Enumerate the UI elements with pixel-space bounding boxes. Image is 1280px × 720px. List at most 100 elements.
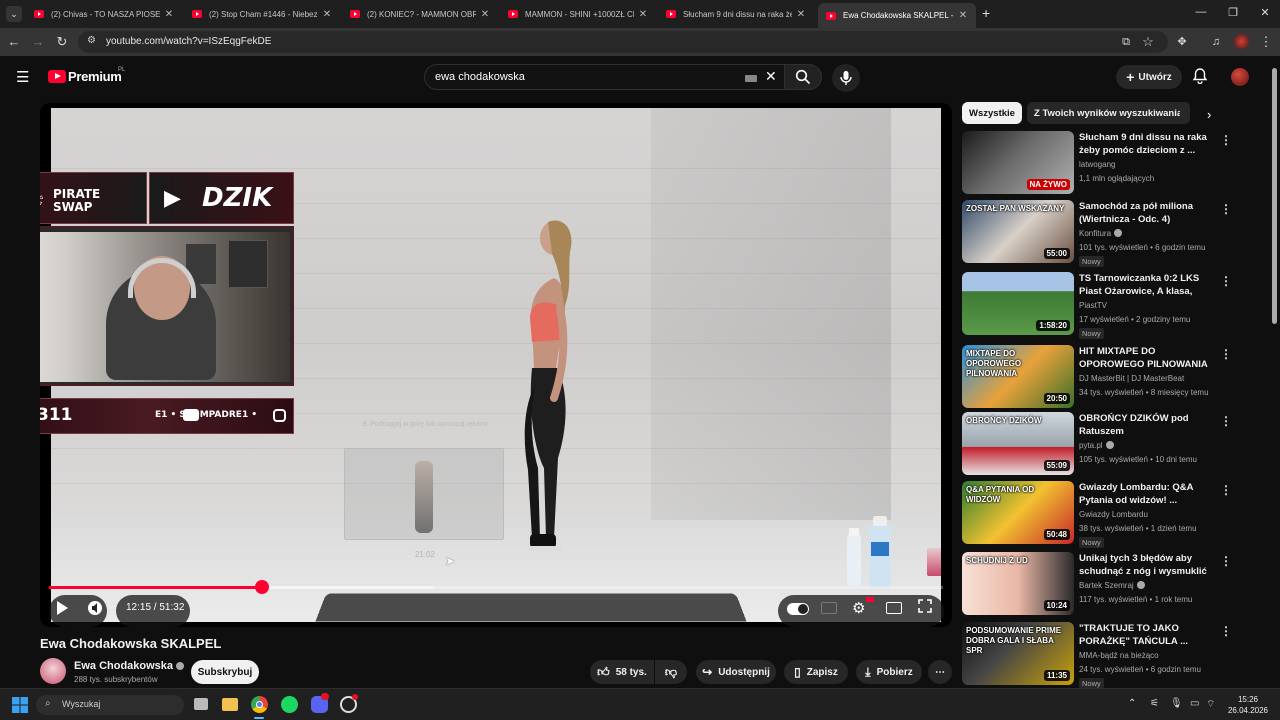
related-video-title[interactable]: Unikaj tych 3 błędów aby schudnąć z nóg … (1079, 552, 1212, 578)
more-options-icon[interactable]: ⋮ (1220, 133, 1232, 147)
chrome-icon[interactable] (251, 696, 268, 713)
minimize-icon[interactable]: — (1194, 6, 1208, 18)
related-video-item[interactable]: ZOSTAŁ PAN WSKAZANY 55:00 Samochód za pół … (962, 200, 1262, 267)
related-video-title[interactable]: HIT MIXTAPE DO OPOROWEGO PILNOWANIA ... (1079, 345, 1212, 371)
related-video-item[interactable]: SCHUDNIJ Z UD 10:24 Unikaj tych 3 błędów a… (962, 552, 1262, 618)
more-options-icon[interactable]: ⋮ (1220, 624, 1232, 638)
create-button[interactable]: + Utwórz (1116, 65, 1182, 89)
theater-mode-icon[interactable] (886, 602, 902, 614)
voice-search-button[interactable] (832, 64, 860, 92)
related-video-thumbnail[interactable]: NA ŻYWO (962, 131, 1074, 194)
back-icon[interactable]: ← (6, 34, 22, 50)
browser-tab[interactable]: Słucham 9 dni dissu na raka żeby ✕ (658, 3, 814, 25)
windows-start-icon[interactable] (12, 697, 28, 713)
hamburger-menu-icon[interactable]: ☰ (16, 68, 29, 86)
more-options-icon[interactable]: ⋮ (1220, 347, 1232, 361)
save-button[interactable]: ▯ Zapisz (784, 660, 848, 684)
url-text[interactable]: youtube.com/watch?v=ISzEqgFekDE (106, 36, 271, 47)
taskbar-search[interactable]: ⌕ Wyszukaj (36, 695, 184, 715)
play-button[interactable] (55, 600, 69, 621)
browser-tab[interactable]: MAMMON - SHINI +1000ZŁ CH ✕ (500, 3, 656, 25)
profile-avatar[interactable] (1234, 34, 1249, 49)
more-options-icon[interactable]: ⋮ (1220, 483, 1232, 497)
extensions-icon[interactable]: ✥ (1174, 34, 1190, 50)
related-video-item[interactable]: PODSUMOWANIE PRIME DOBRA GALA I SŁABA SP… (962, 622, 1262, 689)
more-actions-button[interactable]: ⋯ (928, 660, 952, 684)
spotify-icon[interactable] (281, 696, 298, 713)
subtitles-icon[interactable] (821, 602, 837, 614)
page-scrollbar[interactable] (1272, 68, 1277, 324)
tab-search-button[interactable]: ⌄ (6, 6, 22, 22)
file-explorer-icon[interactable] (222, 698, 238, 711)
subscribe-button[interactable]: Subskrybuj (191, 660, 259, 684)
chip-next[interactable] (1180, 102, 1190, 124)
wifi-icon[interactable]: ⌔ (1206, 698, 1215, 711)
new-tab-button[interactable]: + (982, 5, 990, 21)
close-tab-icon[interactable]: ✕ (164, 9, 174, 20)
browser-tab[interactable]: (2) Chivas - TO NASZA PIOSENKA✕ (26, 3, 182, 25)
dislike-button[interactable]: 👎︎ (655, 660, 687, 684)
close-tab-icon[interactable]: ✕ (958, 10, 968, 21)
related-video-thumbnail[interactable]: OBROŃCY DZIKÓW 55:09 (962, 412, 1074, 475)
more-options-icon[interactable]: ⋮ (1220, 414, 1232, 428)
related-video-thumbnail[interactable]: Q&A PYTANIA OD WIDZÓW 50:48 (962, 481, 1074, 544)
related-video-thumbnail[interactable]: PODSUMOWANIE PRIME DOBRA GALA I SŁABA SP… (962, 622, 1074, 685)
volume-button[interactable] (87, 600, 103, 621)
more-options-icon[interactable]: ⋮ (1220, 274, 1232, 288)
forward-icon[interactable]: → (30, 34, 46, 50)
site-info-icon[interactable]: ⚙ (87, 35, 96, 46)
display-icon[interactable]: ▭ (1190, 698, 1199, 709)
clear-search-icon[interactable]: ✕ (765, 68, 777, 85)
progress-scrubber[interactable] (254, 580, 269, 594)
related-video-title[interactable]: Gwiazdy Lombardu: Q&A Pytania od widzów!… (1079, 481, 1212, 507)
related-video-channel[interactable]: MMA-bądź na bieżąco (1079, 651, 1159, 660)
close-tab-icon[interactable]: ✕ (322, 9, 332, 20)
share-button[interactable]: ↪ Udostępnij (696, 660, 776, 684)
related-video-title[interactable]: TS Tarnowiczanka 0:2 LKS Piast Ożarowice… (1079, 272, 1212, 298)
reload-icon[interactable]: ↻ (54, 34, 70, 50)
system-clock[interactable]: 15:26 26.04.2026 (1222, 694, 1274, 716)
related-video-channel[interactable]: pyta.pl (1079, 441, 1114, 450)
related-video-item[interactable]: MIXTAPE DO OPOROWEGO PILNOWANIA 20:50 HIT … (962, 345, 1262, 411)
browser-menu-icon[interactable]: ⋮ (1258, 34, 1274, 50)
media-icon[interactable]: ♫ (1208, 34, 1224, 50)
youtube-logo-icon[interactable] (48, 70, 66, 83)
browser-tab-active[interactable]: Ewa Chodakowska SKALPEL - YouTube✕ (818, 3, 976, 28)
notifications-bell-icon[interactable] (1192, 67, 1208, 89)
like-button[interactable]: 👍︎ 58 tys. (590, 660, 654, 684)
channel-name[interactable]: Ewa Chodakowska (74, 660, 185, 672)
download-button[interactable]: ⤓ Pobierz (856, 660, 922, 684)
related-video-channel[interactable]: Gwiazdy Lombardu (1079, 510, 1148, 519)
browser-tab[interactable]: (2) Stop Cham #1446 - Niebezpieczne✕ (184, 3, 340, 25)
related-video-thumbnail[interactable]: ZOSTAŁ PAN WSKAZANY 55:00 (962, 200, 1074, 263)
close-tab-icon[interactable]: ✕ (480, 9, 490, 20)
chip-from-search[interactable]: Z Twoich wyników wyszukiwania (1027, 102, 1190, 124)
microphone-tray-icon[interactable]: 🎙︎ (1170, 698, 1183, 709)
close-window-icon[interactable]: ✕ (1258, 6, 1272, 19)
obs-icon[interactable] (340, 694, 358, 713)
related-video-title[interactable]: Samochód za pół miliona (Wiertnicza - Od… (1079, 200, 1212, 226)
autoplay-toggle[interactable] (787, 603, 809, 615)
account-avatar[interactable] (1231, 68, 1249, 86)
browser-tab[interactable]: (2) KONIEC? - MAMMON OBRAŻA✕ (342, 3, 498, 25)
related-video-thumbnail[interactable]: 1:58:20 (962, 272, 1074, 335)
address-bar[interactable]: ⚙ youtube.com/watch?v=ISzEqgFekDE (78, 31, 1168, 53)
more-options-icon[interactable]: ⋮ (1220, 202, 1232, 216)
related-video-item[interactable]: NA ŻYWO Słucham 9 dni dissu na raka żeby … (962, 131, 1262, 197)
related-video-channel[interactable]: Konfitura (1079, 229, 1123, 238)
video-player[interactable]: 9. Podciągaj w górę lub wyrzucaj rękami … (40, 103, 952, 627)
task-view-icon[interactable] (194, 698, 208, 710)
related-video-thumbnail[interactable]: MIXTAPE DO OPOROWEGO PILNOWANIA 20:50 (962, 345, 1074, 408)
search-button[interactable] (784, 64, 822, 90)
restore-icon[interactable]: ❐ (1226, 6, 1240, 19)
tray-chevron-icon[interactable]: ⌃ (1128, 698, 1136, 709)
discord-icon[interactable] (311, 693, 329, 713)
endscreen-thumbnail[interactable] (927, 548, 941, 576)
network-icon[interactable]: ⚟ (1150, 698, 1159, 709)
related-video-item[interactable]: OBROŃCY DZIKÓW 55:09 OBROŃCY DZIKÓW pod Ra… (962, 412, 1262, 478)
related-video-thumbnail[interactable]: SCHUDNIJ Z UD 10:24 (962, 552, 1074, 615)
related-video-title[interactable]: "TRAKTUJE TO JAKO PORAŻKĘ" TAŃCULA ... (1079, 622, 1212, 648)
related-video-item[interactable]: 1:58:20 TS Tarnowiczanka 0:2 LKS Piast Oż… (962, 272, 1262, 339)
progress-bar[interactable] (49, 586, 943, 589)
related-video-channel[interactable]: latwogang (1079, 160, 1115, 169)
